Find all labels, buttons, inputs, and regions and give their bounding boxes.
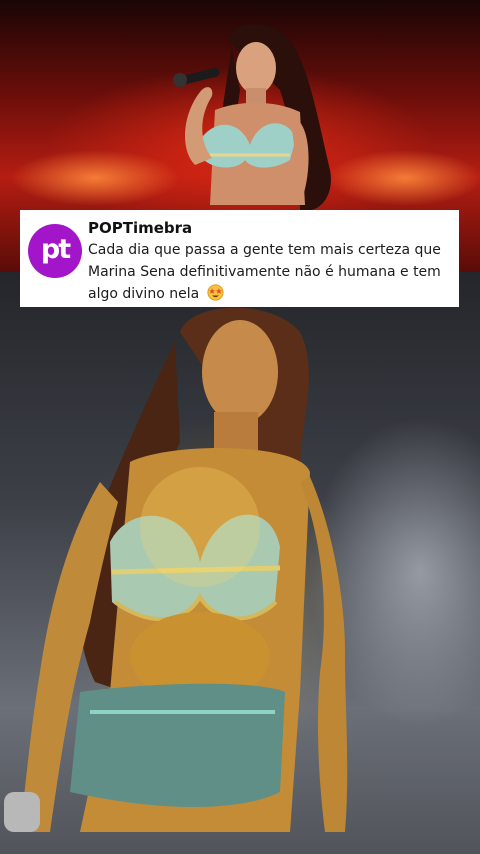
video-frame: pt POPTimebra Cada dia que passa a gente… bbox=[0, 0, 480, 854]
tweet-body: POPTimebra Cada dia que passa a gente te… bbox=[88, 218, 449, 305]
tweet-text: Cada dia que passa a gente tem mais cert… bbox=[88, 239, 449, 305]
tweet-text-line-1: Cada dia que passa a gente tem mais cert… bbox=[88, 242, 441, 258]
tweet-card[interactable]: pt POPTimebra Cada dia que passa a gente… bbox=[20, 210, 459, 307]
avatar-logo-text: pt bbox=[40, 234, 71, 265]
tweet-text-line-2: Marina Sena definitivamente não é humana… bbox=[88, 264, 441, 280]
star-struck-emoji-icon bbox=[207, 284, 224, 301]
avatar[interactable]: pt bbox=[28, 224, 82, 278]
bottom-stage-photo bbox=[0, 272, 480, 854]
account-name[interactable]: POPTimebra bbox=[88, 219, 449, 237]
tweet-text-line-3: algo divino nela bbox=[88, 283, 449, 305]
performer-closeup-image bbox=[4, 307, 348, 832]
tweet-text-line-3-text: algo divino nela bbox=[88, 286, 200, 302]
